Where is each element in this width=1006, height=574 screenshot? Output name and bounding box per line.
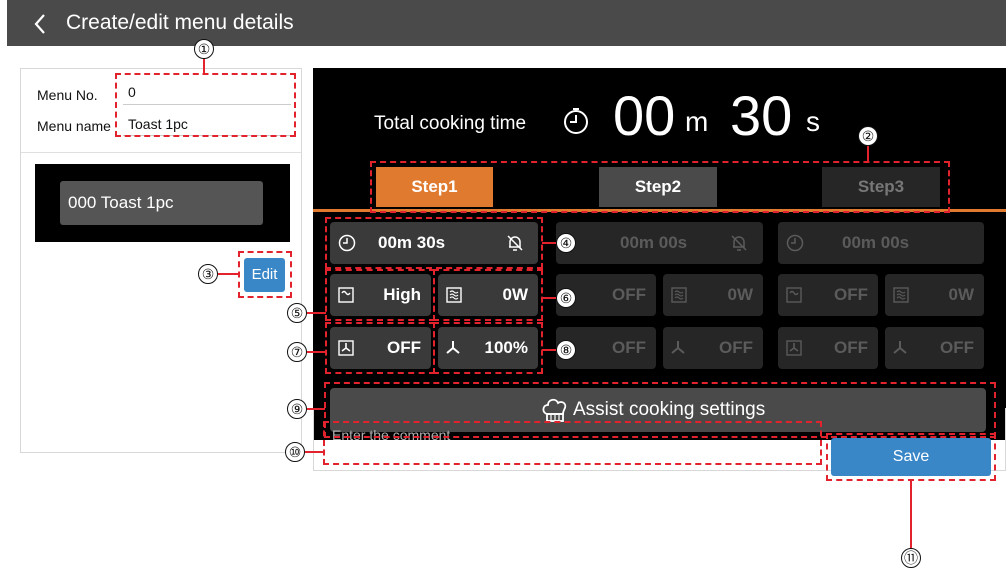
step3-microwave-value: 0W [948, 285, 975, 304]
callout-5: ⑤ [287, 303, 307, 323]
divider [21, 152, 301, 153]
total-seconds-unit: s [806, 106, 820, 137]
annotation-box-11 [826, 433, 996, 481]
annotation-box-3 [238, 251, 292, 298]
menu-no-label: Menu No. [37, 87, 98, 103]
total-minutes: 00 [613, 84, 676, 147]
leader-line-11 [910, 480, 912, 549]
callout-3: ③ [198, 264, 218, 284]
clock-icon [564, 108, 588, 134]
step3-microwave-tile[interactable]: 0W [885, 274, 984, 316]
callout-9: ⑨ [287, 399, 307, 419]
leader-line-4 [542, 242, 556, 244]
menu-preview-label: 000 Toast 1pc [60, 181, 263, 225]
step3-fan-value: OFF [834, 338, 868, 357]
fan-box-icon [786, 340, 802, 356]
fan-icon [671, 341, 685, 354]
step2-microwave-value: 0W [727, 285, 754, 304]
leader-line-5 [307, 312, 326, 314]
callout-10: ⑩ [285, 442, 305, 462]
callout-6: ⑥ [556, 288, 576, 308]
annotation-box-4 [325, 217, 543, 269]
step3-fan-speed-value: OFF [940, 338, 974, 357]
annotation-box-5 [325, 269, 435, 321]
page-title: Create/edit menu details [66, 11, 294, 34]
step2-microwave-tile[interactable]: 0W [663, 274, 763, 316]
step3-heat-tile[interactable]: OFF [778, 274, 878, 316]
step2-time-tile[interactable]: 00m 00s [556, 222, 763, 264]
callout-2: ② [858, 126, 878, 146]
leader-line-8 [542, 349, 556, 351]
callout-1: ① [194, 39, 214, 59]
total-minutes-unit: m [685, 106, 709, 137]
callout-7: ⑦ [287, 342, 307, 362]
menu-name-label: Menu name [37, 118, 111, 134]
annotation-box-8 [433, 322, 543, 374]
bell-off-icon[interactable] [729, 233, 749, 253]
annotation-box-7 [325, 322, 435, 374]
microwave-icon [893, 287, 909, 303]
microwave-icon [671, 287, 687, 303]
total-cooking-label: Total cooking time [374, 113, 527, 134]
step2-heat-value: OFF [612, 285, 646, 304]
annotation-box-2 [370, 161, 950, 213]
leader-line-2 [867, 145, 869, 162]
leader-line-3 [218, 273, 239, 275]
fan-icon [893, 341, 907, 354]
callout-11: ⑪ [901, 548, 921, 568]
annotation-box-1 [115, 73, 296, 137]
step3-time-value: 00m 00s [842, 233, 910, 252]
annotation-box-10 [323, 421, 822, 465]
step2-fan-value: OFF [612, 338, 646, 357]
leader-line-9 [307, 408, 325, 410]
step2-fan-speed-tile[interactable]: OFF [663, 327, 763, 369]
step2-time-value: 00m 00s [620, 233, 688, 252]
leader-line-1 [203, 58, 205, 74]
annotation-box-6 [433, 269, 543, 321]
step3-fan-speed-tile[interactable]: OFF [885, 327, 984, 369]
heater-icon [786, 287, 802, 303]
step3-heat-value: OFF [834, 285, 868, 304]
total-seconds: 30 [730, 84, 793, 147]
step3-fan-tile[interactable]: OFF [778, 327, 878, 369]
leader-line-6 [542, 297, 556, 299]
callout-8: ⑧ [556, 340, 576, 360]
timer-icon [786, 234, 804, 252]
step3-time-tile[interactable]: 00m 00s [778, 222, 984, 264]
step2-fan-speed-value: OFF [719, 338, 753, 357]
leader-line-10 [305, 451, 324, 453]
callout-4: ④ [556, 233, 576, 253]
chevron-left-icon[interactable] [33, 13, 47, 35]
leader-line-7 [307, 351, 326, 353]
